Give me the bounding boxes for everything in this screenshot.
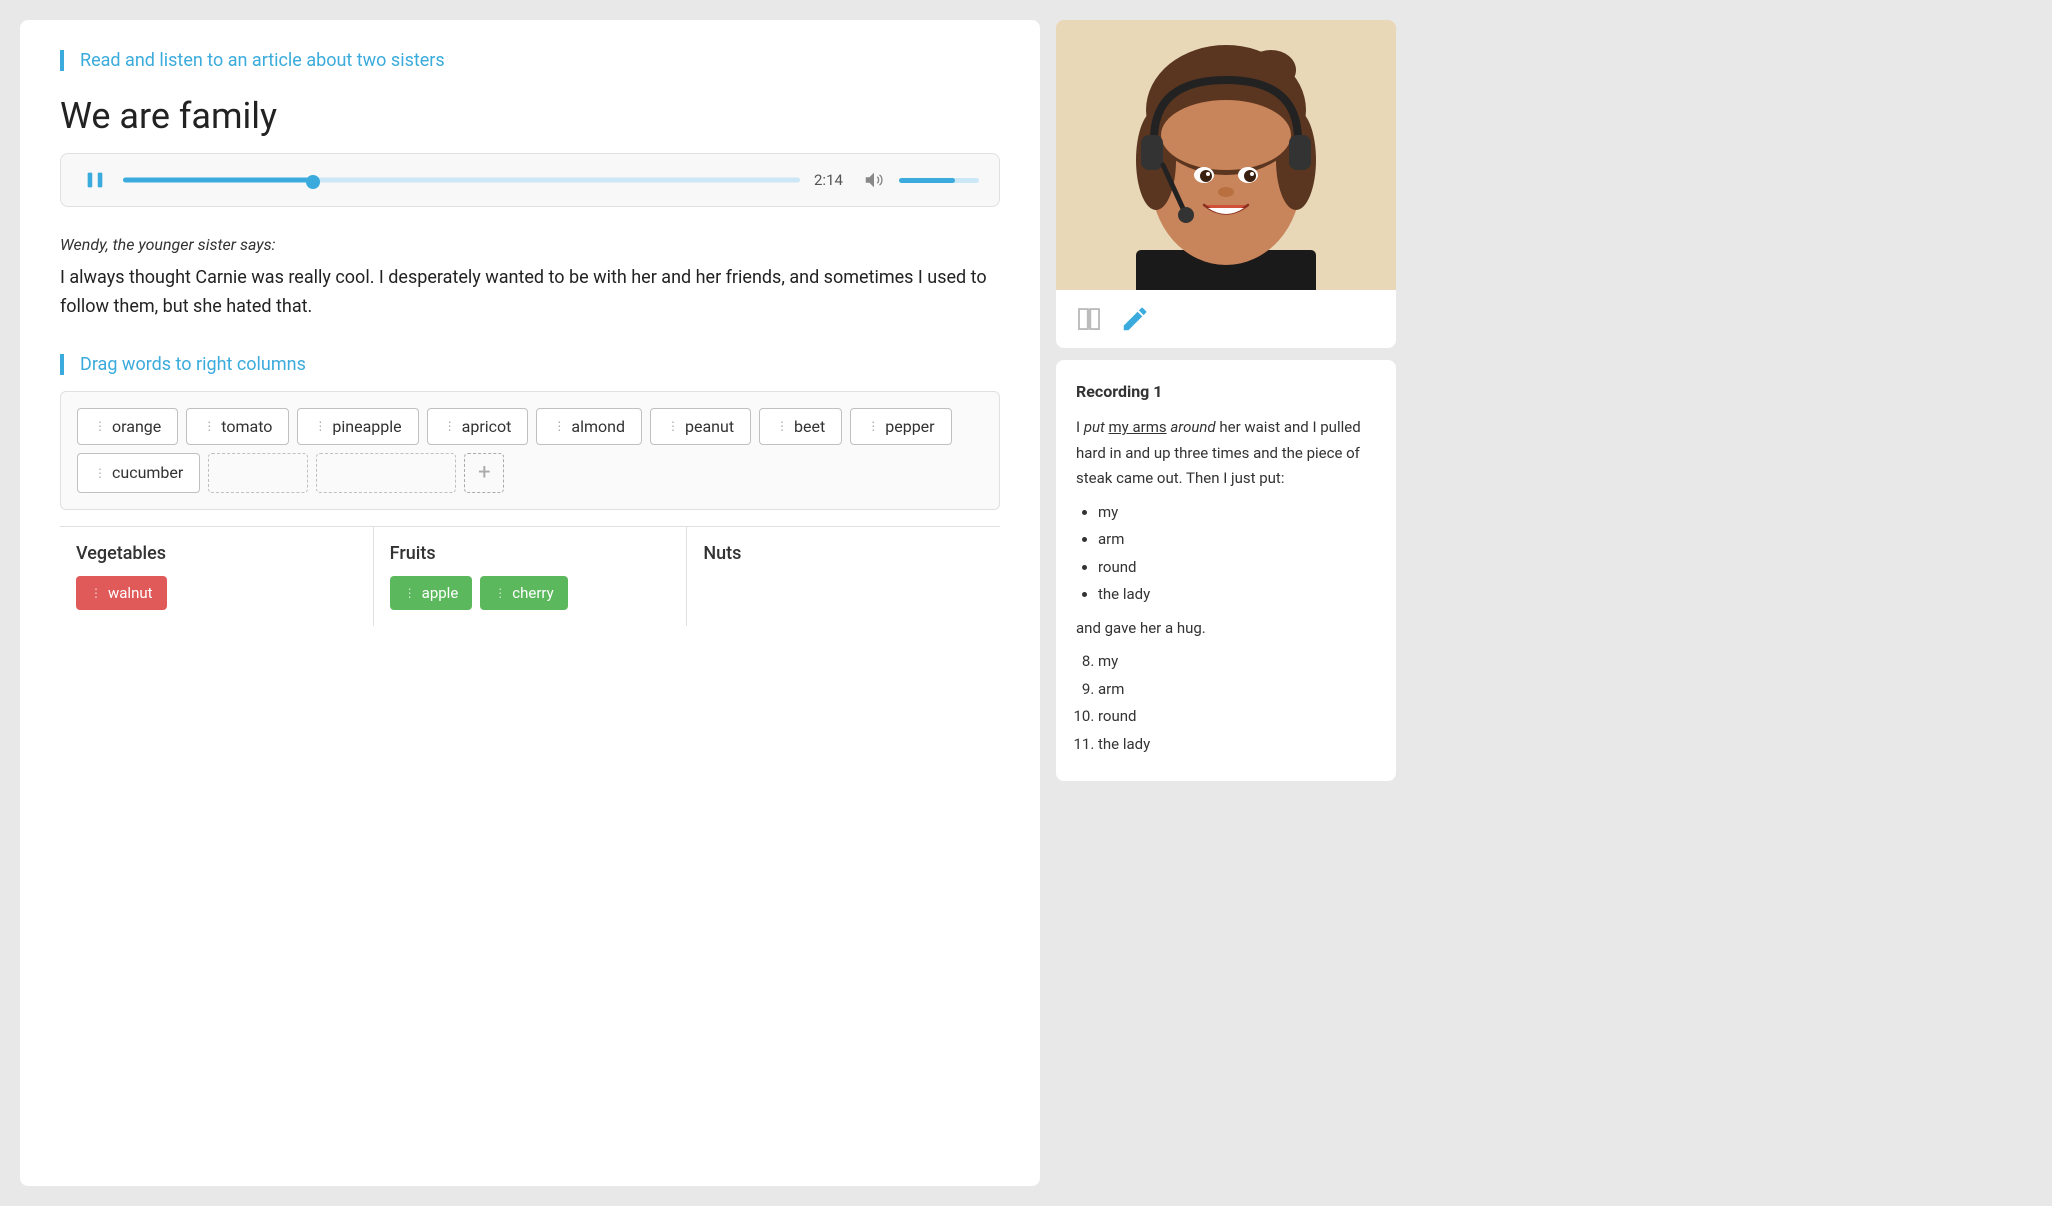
word-chip-pepper[interactable]: ⋮ pepper: [850, 408, 951, 445]
word-bank: ⋮ orange ⋮ tomato ⋮ pineapple ⋮ apricot …: [60, 391, 1000, 510]
right-panel: Recording 1 I put my arms around her wai…: [1056, 20, 1396, 1186]
recording-bullet-my: my: [1098, 500, 1376, 526]
drag-handle: ⋮: [776, 420, 788, 432]
recording-around: around: [1170, 418, 1215, 436]
drag-handle: ⋮: [90, 586, 102, 600]
word-chip-label: apricot: [462, 417, 512, 436]
column-fruits-header: Fruits: [390, 543, 671, 564]
drag-handle: ⋮: [94, 420, 106, 432]
word-chip-placeholder-1: [208, 453, 308, 493]
recording-bullet-thelady: the lady: [1098, 582, 1376, 608]
word-chip-almond[interactable]: ⋮ almond: [536, 408, 642, 445]
column-vegetables-header: Vegetables: [76, 543, 357, 564]
recording-bullet-list: my arm round the lady: [1076, 500, 1376, 608]
word-chip-label: beet: [794, 417, 825, 436]
column-fruits-items: ⋮ apple ⋮ cherry: [390, 576, 671, 610]
word-chip-apricot[interactable]: ⋮ apricot: [427, 408, 529, 445]
col-chip-label: cherry: [512, 584, 553, 602]
audio-player: 2:14: [60, 153, 1000, 207]
word-chip-orange[interactable]: ⋮ orange: [77, 408, 178, 445]
recording-bullet-round: round: [1098, 555, 1376, 581]
recording-title: Recording 1: [1076, 378, 1376, 405]
word-chip-label: pineapple: [332, 417, 401, 436]
play-pause-button[interactable]: [81, 166, 109, 194]
column-vegetables[interactable]: Vegetables ⋮ walnut: [60, 527, 374, 626]
volume-bar[interactable]: [899, 178, 979, 183]
recording-item-11: the lady: [1098, 732, 1376, 758]
word-chip-beet[interactable]: ⋮ beet: [759, 408, 842, 445]
drag-handle: ⋮: [314, 420, 326, 432]
drag-handle: ⋮: [94, 467, 106, 479]
progress-bar[interactable]: [123, 171, 800, 189]
recording-card: Recording 1 I put my arms around her wai…: [1056, 360, 1396, 781]
drag-section-label-container: Drag words to right columns: [60, 354, 1000, 375]
time-display: 2:14: [814, 171, 849, 189]
edit-icon[interactable]: [1120, 304, 1150, 334]
teacher-actions: [1056, 290, 1396, 348]
drag-handle: ⋮: [404, 586, 416, 600]
drag-section-label: Drag words to right columns: [80, 354, 1000, 375]
drag-handle: ⋮: [203, 420, 215, 432]
col-chip-apple[interactable]: ⋮ apple: [390, 576, 473, 610]
drag-handle: ⋮: [667, 420, 679, 432]
word-chip-label: tomato: [221, 417, 272, 436]
recording-bullet-arm: arm: [1098, 527, 1376, 553]
word-chip-cucumber[interactable]: ⋮ cucumber: [77, 453, 200, 493]
book-icon[interactable]: [1074, 304, 1104, 334]
word-chip-label: cucumber: [112, 463, 183, 482]
column-nuts[interactable]: Nuts: [687, 527, 1000, 626]
column-fruits[interactable]: Fruits ⋮ apple ⋮ cherry: [374, 527, 688, 626]
recording-numbered-list: my arm round the lady: [1076, 649, 1376, 757]
add-word-button[interactable]: +: [464, 453, 504, 493]
column-nuts-header: Nuts: [703, 543, 984, 564]
drag-handle: ⋮: [444, 420, 456, 432]
recording-intro: I put my arms around her waist and I pul…: [1076, 415, 1376, 492]
col-chip-label: walnut: [108, 584, 153, 602]
col-chip-cherry[interactable]: ⋮ cherry: [480, 576, 567, 610]
word-chip-label: almond: [571, 417, 625, 436]
article-title-label: Read and listen to an article about two …: [80, 50, 1000, 71]
word-chip-label: orange: [112, 417, 161, 436]
word-chip-pineapple[interactable]: ⋮ pineapple: [297, 408, 418, 445]
teacher-photo: [1056, 20, 1396, 290]
word-chip-tomato[interactable]: ⋮ tomato: [186, 408, 289, 445]
main-panel: Read and listen to an article about two …: [20, 20, 1040, 1186]
recording-arms: my arms: [1109, 418, 1167, 436]
article-content: Wendy, the younger sister says: I always…: [60, 235, 1000, 322]
col-chip-walnut[interactable]: ⋮ walnut: [76, 576, 167, 610]
col-chip-label: apple: [422, 584, 459, 602]
article-body: I always thought Carnie was really cool.…: [60, 264, 1000, 322]
teacher-card: [1056, 20, 1396, 348]
word-chip-peanut[interactable]: ⋮ peanut: [650, 408, 751, 445]
drag-handle: ⋮: [553, 420, 565, 432]
speaker-label: Wendy, the younger sister says:: [60, 235, 1000, 254]
drag-handle: ⋮: [867, 420, 879, 432]
recording-put: put: [1084, 418, 1105, 436]
recording-item-10: round: [1098, 704, 1376, 730]
article-heading: We are family: [60, 95, 1000, 137]
article-section: Read and listen to an article about two …: [60, 50, 1000, 71]
column-vegetables-items: ⋮ walnut: [76, 576, 357, 610]
word-chip-label: pepper: [885, 417, 934, 436]
drag-handle: ⋮: [494, 586, 506, 600]
word-chip-placeholder-2: [316, 453, 456, 493]
volume-icon[interactable]: [863, 169, 885, 191]
recording-outro: and gave her a hug.: [1076, 616, 1376, 642]
word-chip-label: peanut: [685, 417, 734, 436]
recording-item-9: arm: [1098, 677, 1376, 703]
drop-columns: Vegetables ⋮ walnut Fruits ⋮ apple ⋮ che…: [60, 526, 1000, 626]
recording-item-8: my: [1098, 649, 1376, 675]
